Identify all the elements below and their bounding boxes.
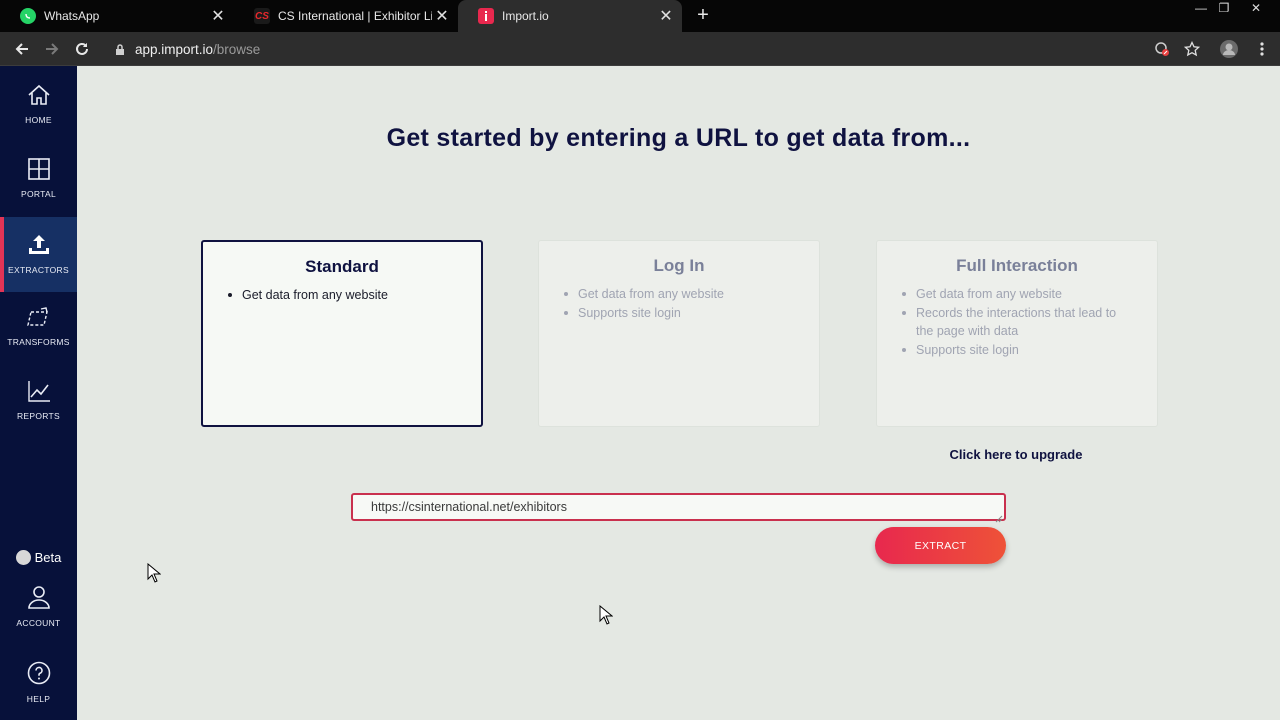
card-title: Standard <box>305 257 379 276</box>
card-title: Full Interaction <box>956 256 1078 275</box>
tab-whatsapp[interactable]: WhatsApp ✕ <box>0 0 234 32</box>
mouse-cursor-icon <box>599 604 614 625</box>
main-content: Get started by entering a URL to get dat… <box>77 66 1280 720</box>
sidebar-item-label: TRANSFORMS <box>7 336 70 347</box>
address-path: /browse <box>213 41 261 57</box>
tab-title: Import.io <box>502 9 549 23</box>
sidebar-item-label: PORTAL <box>20 188 57 199</box>
list-item: Supports site login <box>564 304 794 323</box>
card-features: Get data from any website <box>228 286 481 305</box>
sidebar-item-transforms[interactable]: TRANSFORMS <box>0 294 77 358</box>
sidebar-item-reports[interactable]: REPORTS <box>0 368 77 432</box>
profile-avatar-icon[interactable] <box>1218 38 1240 60</box>
list-item: Records the interactions that lead to th… <box>902 304 1132 341</box>
sidebar-item-label: HELP <box>26 693 51 704</box>
user-icon <box>27 585 51 614</box>
list-item: Get data from any website <box>228 286 458 305</box>
browser-tab-strip: WhatsApp ✕ CS CS International | Exhibit… <box>0 0 1280 32</box>
blocked-content-icon[interactable] <box>1151 38 1173 60</box>
sidebar-item-help[interactable]: HELP <box>0 650 77 714</box>
minimize-icon[interactable]: — <box>1190 0 1212 18</box>
card-features: Get data from any website Supports site … <box>564 285 819 322</box>
extractor-type-standard[interactable]: Standard Get data from any website <box>201 240 483 427</box>
menu-kebab-icon[interactable] <box>1251 38 1273 60</box>
beta-toggle-dot <box>15 550 31 565</box>
reload-icon[interactable] <box>71 38 93 60</box>
home-icon <box>27 84 51 111</box>
bookmark-star-icon[interactable] <box>1181 38 1203 60</box>
new-tab-icon[interactable]: + <box>692 4 714 26</box>
tab-importio[interactable]: Import.io ✕ <box>458 0 682 32</box>
extractor-type-login[interactable]: Log In Get data from any website Support… <box>538 240 820 427</box>
restore-icon[interactable]: ❐ <box>1213 0 1235 18</box>
card-features: Get data from any website Records the in… <box>902 285 1157 359</box>
forward-icon[interactable] <box>41 38 63 60</box>
chart-icon <box>27 380 51 407</box>
page-title: Get started by entering a URL to get dat… <box>386 124 971 152</box>
tab-title: WhatsApp <box>44 9 100 23</box>
sidebar-item-label: EXTRACTORS <box>8 265 69 275</box>
address-host: app.import.io <box>135 41 214 57</box>
cs-icon: CS <box>254 8 270 24</box>
sidebar-item-extractors[interactable]: EXTRACTORS <box>0 217 77 292</box>
url-input[interactable] <box>351 493 1006 521</box>
sidebar-item-label: ACCOUNT <box>16 617 61 628</box>
sidebar-item-label: HOME <box>25 114 52 125</box>
grid-icon <box>27 157 51 185</box>
back-icon[interactable] <box>11 38 33 60</box>
extract-button[interactable]: EXTRACT <box>875 527 1006 564</box>
close-tab-icon[interactable]: ✕ <box>208 6 228 26</box>
beta-toggle[interactable]: Beta <box>0 550 77 565</box>
sidebar-item-home[interactable]: HOME <box>0 72 77 136</box>
list-item: Get data from any website <box>902 285 1132 304</box>
close-tab-icon[interactable]: ✕ <box>432 6 452 26</box>
help-icon <box>27 661 51 690</box>
extractor-type-full-interaction[interactable]: Full Interaction Get data from any websi… <box>876 240 1158 427</box>
importio-icon <box>478 8 494 24</box>
mouse-cursor-icon <box>147 562 162 583</box>
close-tab-icon[interactable]: ✕ <box>656 6 676 26</box>
tab-cs-international[interactable]: CS CS International | Exhibitor List ✕ <box>234 0 458 32</box>
upload-icon <box>27 234 51 261</box>
lock-icon <box>115 43 125 61</box>
sidebar: HOME PORTAL EXTRACTORS TRANSFORMS REPORT… <box>0 66 77 720</box>
tab-title: CS International | Exhibitor List <box>278 9 432 23</box>
address-bar[interactable]: app.import.io/browse <box>135 40 260 58</box>
card-title: Log In <box>653 256 705 275</box>
sidebar-item-label: REPORTS <box>16 410 61 421</box>
sidebar-item-portal[interactable]: PORTAL <box>0 146 77 210</box>
resize-handle-icon[interactable] <box>995 510 1003 523</box>
sidebar-item-account[interactable]: ACCOUNT <box>0 574 77 638</box>
list-item: Get data from any website <box>564 285 794 304</box>
upgrade-link[interactable]: Click here to upgrade <box>876 447 1156 462</box>
beta-label: Beta <box>34 550 62 565</box>
list-item: Supports site login <box>902 341 1132 360</box>
browser-toolbar: app.import.io/browse <box>0 32 1280 66</box>
transform-icon <box>25 306 53 333</box>
whatsapp-icon <box>20 8 36 24</box>
window-close-icon[interactable]: ✕ <box>1245 0 1267 18</box>
